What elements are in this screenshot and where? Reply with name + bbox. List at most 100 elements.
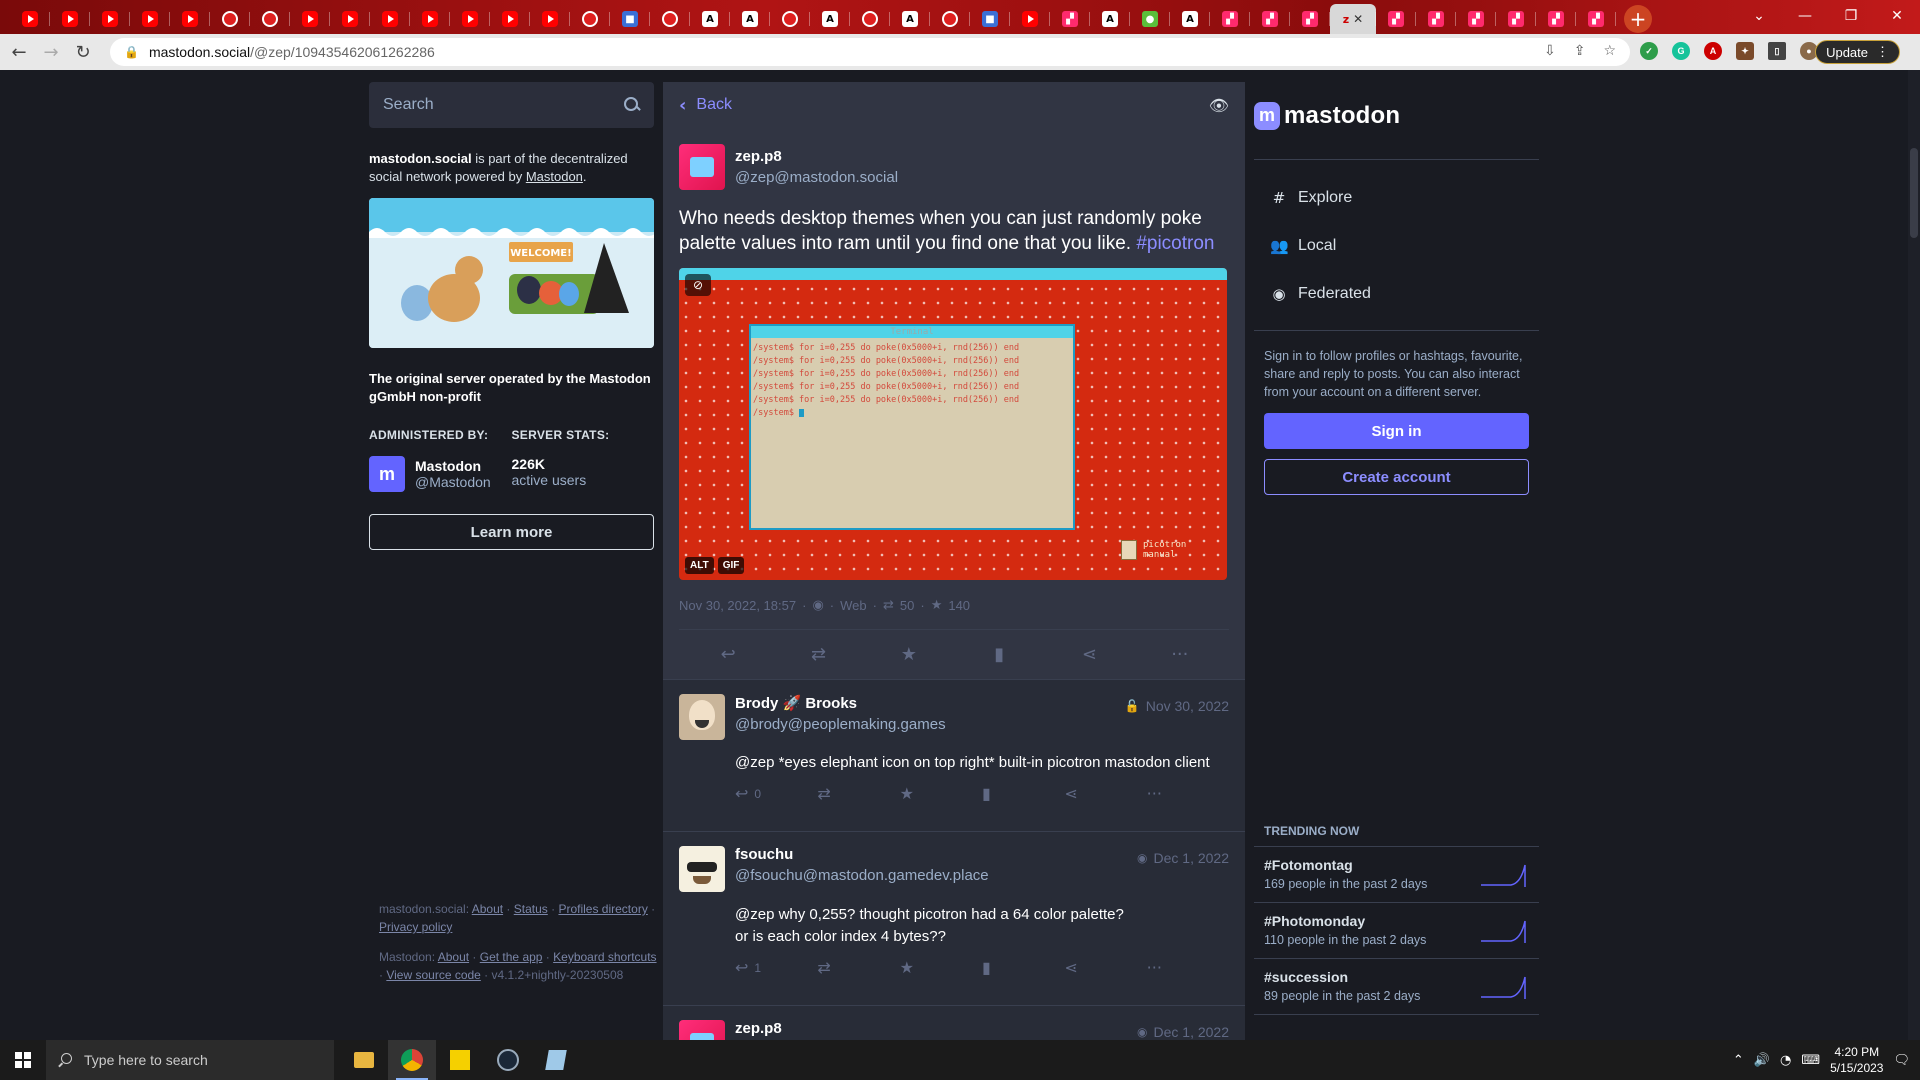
- address-bar[interactable]: 🔒 mastodon.social /@zep/1094354620612622…: [110, 38, 1630, 66]
- boost-icon[interactable]: ⇄: [798, 644, 838, 665]
- file-explorer-icon[interactable]: [340, 1040, 388, 1080]
- taskbar-search[interactable]: Type here to search: [46, 1040, 334, 1080]
- browser-tab[interactable]: ▞: [1250, 4, 1290, 34]
- learn-more-button[interactable]: Learn more: [369, 514, 654, 550]
- favourite-icon[interactable]: ★: [900, 958, 982, 977]
- bookmark-icon[interactable]: ▮: [982, 958, 1064, 977]
- nav-federated[interactable]: ◉ Federated: [1254, 270, 1539, 318]
- mastodon-logo[interactable]: m mastodon: [1254, 86, 1539, 160]
- start-button[interactable]: [0, 1040, 46, 1080]
- install-icon[interactable]: ⇩: [1544, 43, 1556, 59]
- tab-search-icon[interactable]: ⌄: [1736, 0, 1782, 32]
- new-tab-button[interactable]: +: [1624, 4, 1652, 33]
- favourite-icon[interactable]: ★: [900, 784, 982, 803]
- browser-tab[interactable]: [50, 4, 90, 34]
- footer-mastodon-about-link[interactable]: About: [438, 950, 469, 964]
- share-icon[interactable]: ⋖: [1064, 958, 1146, 977]
- browser-tab[interactable]: ■: [970, 4, 1010, 34]
- footer-privacy-link[interactable]: Privacy policy: [379, 920, 452, 934]
- browser-tab[interactable]: [130, 4, 170, 34]
- browser-tab[interactable]: [370, 4, 410, 34]
- browser-tab[interactable]: [210, 4, 250, 34]
- browser-tab[interactable]: ▞: [1536, 4, 1576, 34]
- reply-status[interactable]: Brody 🚀 Brooks @brody@peoplemaking.games…: [663, 680, 1245, 832]
- reply-timestamp[interactable]: ◉ Dec 1, 2022: [1137, 1024, 1229, 1040]
- reply-status[interactable]: fsouchu @fsouchu@mastodon.gamedev.place …: [663, 832, 1245, 1006]
- footer-status-link[interactable]: Status: [514, 902, 548, 916]
- mention-link[interactable]: @zep: [735, 754, 774, 771]
- browser-tab[interactable]: [450, 4, 490, 34]
- browser-tab[interactable]: A: [1170, 4, 1210, 34]
- back-button[interactable]: ‹ Back: [679, 95, 732, 116]
- browser-tab[interactable]: [570, 4, 610, 34]
- update-button[interactable]: Update ⋮: [1815, 40, 1900, 64]
- eye-icon[interactable]: 👁: [1209, 96, 1229, 115]
- reply-icon[interactable]: ↩: [708, 644, 748, 665]
- browser-tab[interactable]: [250, 4, 290, 34]
- browser-tab[interactable]: ▞: [1210, 4, 1250, 34]
- steam-icon[interactable]: [484, 1040, 532, 1080]
- extension-check-icon[interactable]: ✓: [1640, 42, 1658, 60]
- sign-in-button[interactable]: Sign in: [1264, 413, 1529, 449]
- scrollbar-thumb[interactable]: [1910, 148, 1918, 238]
- browser-tab[interactable]: [770, 4, 810, 34]
- extension-adblock-icon[interactable]: A: [1704, 42, 1722, 60]
- alt-badge[interactable]: ALT: [685, 557, 714, 574]
- back-nav-button[interactable]: ←: [6, 39, 32, 65]
- more-icon[interactable]: ···: [1147, 784, 1229, 803]
- extension-grammarly-icon[interactable]: G: [1672, 42, 1690, 60]
- restore-button[interactable]: ❐: [1828, 0, 1874, 32]
- browser-tab[interactable]: ▞: [1416, 4, 1456, 34]
- browser-tab[interactable]: ▞: [1376, 4, 1416, 34]
- share-icon[interactable]: ⋖: [1064, 784, 1146, 803]
- favourite-icon[interactable]: ★: [889, 644, 929, 665]
- avatar[interactable]: [679, 144, 725, 190]
- footer-shortcuts-link[interactable]: Keyboard shortcuts: [553, 950, 656, 964]
- status-author[interactable]: zep.p8 @zep@mastodon.social: [679, 144, 1229, 190]
- app-icon[interactable]: [532, 1040, 580, 1080]
- browser-tab[interactable]: ●: [1130, 4, 1170, 34]
- share-icon[interactable]: ⋖: [1069, 644, 1109, 665]
- browser-tab[interactable]: [90, 4, 130, 34]
- extensions-puzzle-icon[interactable]: ✦: [1736, 42, 1754, 60]
- page-scrollbar[interactable]: [1908, 70, 1920, 1040]
- avatar[interactable]: [679, 1020, 725, 1040]
- mastodon-link[interactable]: Mastodon: [526, 169, 583, 184]
- volume-icon[interactable]: 🔊: [1754, 1053, 1770, 1068]
- trend-item[interactable]: #succession 89 people in the past 2 days: [1254, 959, 1539, 1015]
- media-gallery[interactable]: ⊘ Terminal /system$ for i=0,255 do poke(…: [679, 268, 1227, 580]
- browser-tab[interactable]: ▞: [1576, 4, 1616, 34]
- share-page-icon[interactable]: ⇪: [1574, 43, 1586, 59]
- more-icon[interactable]: ···: [1147, 958, 1229, 977]
- browser-tab[interactable]: A: [690, 4, 730, 34]
- browser-tab[interactable]: A: [810, 4, 850, 34]
- search-icon[interactable]: [624, 97, 640, 113]
- chrome-icon[interactable]: [388, 1040, 436, 1080]
- bookmark-star-icon[interactable]: ☆: [1603, 43, 1616, 59]
- browser-tab[interactable]: [850, 4, 890, 34]
- browser-tab[interactable]: [330, 4, 370, 34]
- bookmark-icon[interactable]: ▮: [982, 784, 1064, 803]
- clock[interactable]: 4:20 PM 5/15/2023: [1830, 1044, 1883, 1076]
- boost-icon[interactable]: ⇄: [817, 784, 899, 803]
- footer-profiles-link[interactable]: Profiles directory: [558, 902, 647, 916]
- browser-tab[interactable]: [170, 4, 210, 34]
- side-panel-icon[interactable]: ▯: [1768, 42, 1786, 60]
- browser-tab[interactable]: [10, 4, 50, 34]
- reply-status[interactable]: zep.p8 ◉ Dec 1, 2022: [663, 1006, 1245, 1040]
- hashtag-link[interactable]: #picotron: [1136, 233, 1214, 254]
- hide-media-icon[interactable]: ⊘: [685, 274, 711, 296]
- browser-tab[interactable]: [1010, 4, 1050, 34]
- reply-timestamp[interactable]: 🔓 Nov 30, 2022: [1125, 698, 1229, 714]
- browser-tab[interactable]: [530, 4, 570, 34]
- close-tab-icon[interactable]: ✕: [1353, 12, 1363, 26]
- create-account-button[interactable]: Create account: [1264, 459, 1529, 495]
- browser-tab[interactable]: A: [730, 4, 770, 34]
- trend-item[interactable]: #Fotomontag 169 people in the past 2 day…: [1254, 847, 1539, 903]
- browser-tab[interactable]: ▞: [1496, 4, 1536, 34]
- sticky-notes-icon[interactable]: [436, 1040, 484, 1080]
- forward-nav-button[interactable]: →: [38, 39, 64, 65]
- reply-timestamp[interactable]: ◉ Dec 1, 2022: [1137, 850, 1229, 866]
- close-window-button[interactable]: ✕: [1874, 0, 1920, 32]
- avatar[interactable]: [679, 694, 725, 740]
